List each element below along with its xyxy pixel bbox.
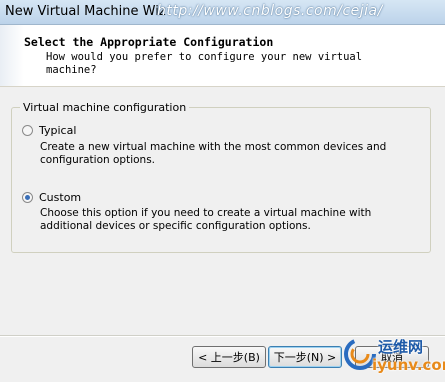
typical-radio-label[interactable]: Typical bbox=[39, 124, 76, 137]
header-decoration bbox=[0, 25, 24, 86]
next-button[interactable]: 下一步(N) > bbox=[268, 346, 342, 368]
custom-radio-label[interactable]: Custom bbox=[39, 191, 81, 204]
wizard-header: Select the Appropriate Configuration How… bbox=[0, 25, 445, 87]
back-button[interactable]: < 上一步(B) bbox=[192, 346, 266, 368]
logo-text-cn: 运维网 bbox=[378, 338, 424, 356]
typical-radio-button[interactable] bbox=[22, 125, 33, 136]
custom-description: Choose this option if you need to create… bbox=[40, 207, 372, 232]
typical-radio-option[interactable]: Typical bbox=[22, 124, 82, 138]
page-subtitle: How would you prefer to configure your n… bbox=[46, 51, 363, 76]
page-title: Select the Appropriate Configuration bbox=[24, 35, 274, 49]
title-bar[interactable]: New Virtual Machine Wiz http://www.cnblo… bbox=[0, 0, 445, 25]
logo-text-en: iyunv.com bbox=[372, 356, 445, 374]
url-watermark: http://www.cnblogs.com/cejia/ bbox=[157, 3, 383, 19]
window-title: New Virtual Machine Wiz bbox=[5, 4, 166, 19]
site-logo: 运维网 iyunv.com bbox=[342, 336, 445, 380]
radio-selected-dot bbox=[25, 195, 30, 200]
custom-radio-button[interactable] bbox=[22, 192, 33, 203]
custom-radio-option[interactable]: Custom bbox=[22, 191, 82, 205]
groupbox-label: Virtual machine configuration bbox=[20, 101, 190, 114]
typical-description: Create a new virtual machine with the mo… bbox=[40, 141, 387, 166]
